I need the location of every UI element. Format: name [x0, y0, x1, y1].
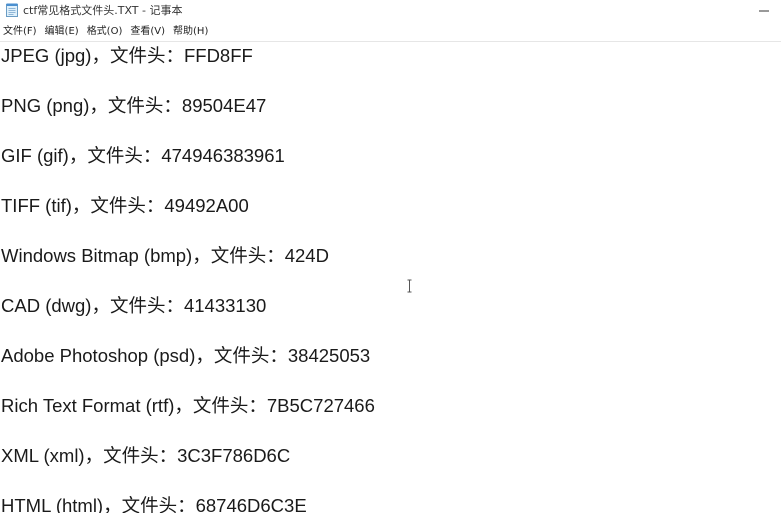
text-line: PNG (png)，文件头：89504E47: [1, 95, 267, 116]
menu-edit[interactable]: 编辑(E): [41, 23, 83, 40]
text-editor[interactable]: JPEG (jpg)，文件头：FFD8FF PNG (png)，文件头：8950…: [0, 42, 781, 513]
text-line: XML (xml)，文件头：3C3F786D6C: [1, 445, 291, 466]
minimize-button[interactable]: [747, 0, 781, 20]
menu-file[interactable]: 文件(F): [0, 23, 41, 40]
text-line: Adobe Photoshop (psd)，文件头：38425053: [1, 345, 371, 366]
text-line: GIF (gif)，文件头：474946383961: [1, 145, 285, 166]
text-cursor-icon: [406, 278, 413, 293]
text-line: JPEG (jpg)，文件头：FFD8FF: [1, 45, 253, 66]
menu-help[interactable]: 帮助(H): [169, 23, 212, 40]
text-line: Rich Text Format (rtf)，文件头：7B5C727466: [1, 395, 375, 416]
window-controls: [747, 0, 781, 20]
text-line: Windows Bitmap (bmp)，文件头：424D: [1, 245, 329, 266]
text-line: TIFF (tif)，文件头：49492A00: [1, 195, 249, 216]
menu-bar: 文件(F) 编辑(E) 格式(O) 查看(V) 帮助(H): [0, 23, 781, 40]
minimize-icon: [759, 1, 769, 20]
text-line: CAD (dwg)，文件头：41433130: [1, 295, 267, 316]
menu-view[interactable]: 查看(V): [126, 23, 169, 40]
notepad-icon: [6, 3, 18, 17]
notepad-window: ctf常见格式文件头.TXT - 记事本 文件(F) 编辑(E) 格式(O) 查…: [0, 0, 781, 513]
title-bar[interactable]: ctf常见格式文件头.TXT - 记事本: [0, 0, 781, 20]
window-title: ctf常见格式文件头.TXT - 记事本: [23, 4, 183, 17]
menu-format[interactable]: 格式(O): [83, 23, 127, 40]
text-line: HTML (html)，文件头：68746D6C3E: [1, 495, 307, 513]
